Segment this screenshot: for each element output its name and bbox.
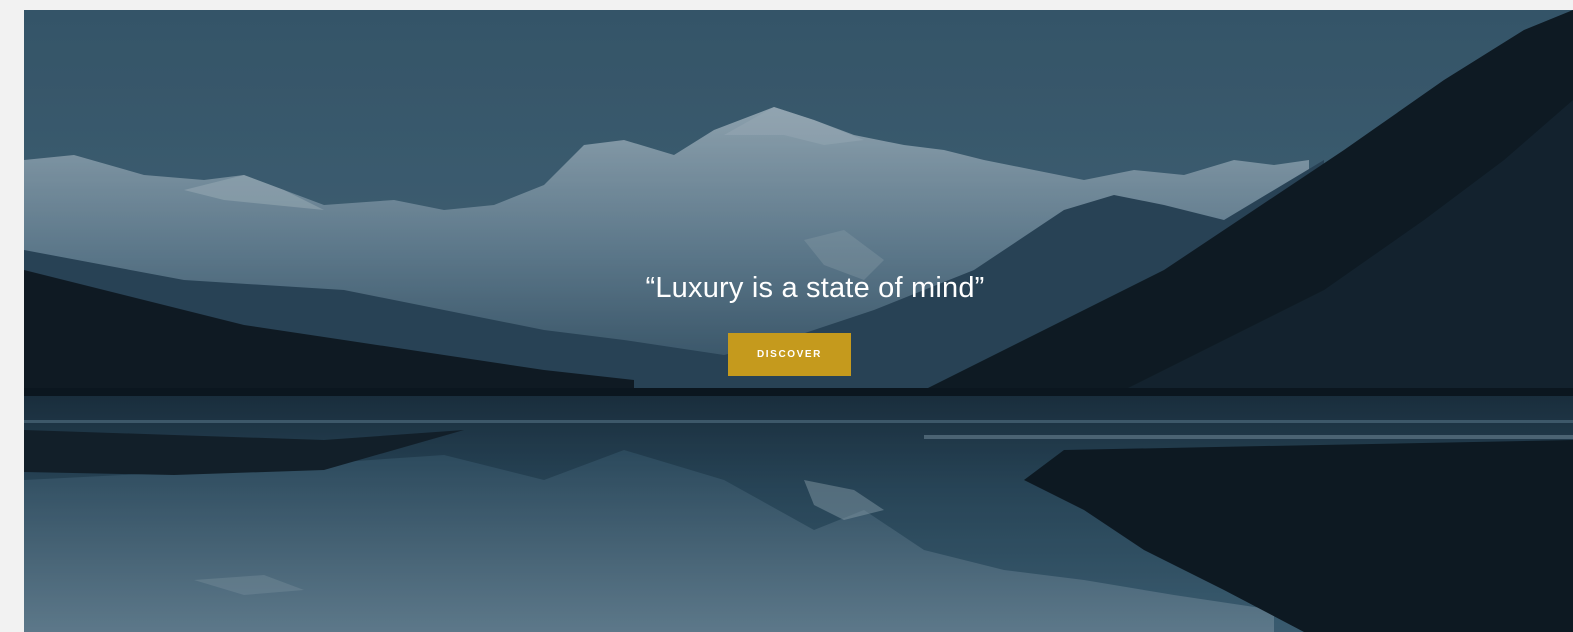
page: “Luxury is a state of mind” DISCOVER [0,0,1573,632]
hero-banner [24,10,1573,632]
discover-button[interactable]: DISCOVER [728,333,851,376]
hero-quote: “Luxury is a state of mind” [645,272,985,304]
hero-overlay [24,10,1573,632]
